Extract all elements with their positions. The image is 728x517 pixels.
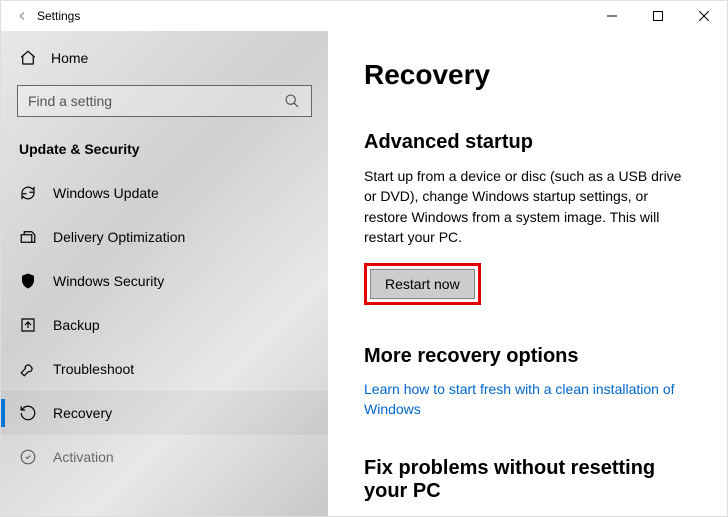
titlebar: Settings [1, 1, 727, 31]
main-content: Recovery Advanced startup Start up from … [328, 31, 727, 516]
wrench-icon [19, 360, 37, 378]
advanced-startup-desc: Start up from a device or disc (such as … [364, 166, 691, 247]
sidebar-item-troubleshoot[interactable]: Troubleshoot [1, 347, 328, 391]
home-label: Home [51, 50, 88, 66]
backup-icon [19, 316, 37, 334]
minimize-button[interactable] [589, 1, 635, 31]
sidebar-item-windows-security[interactable]: Windows Security [1, 259, 328, 303]
maximize-button[interactable] [635, 1, 681, 31]
restart-now-highlight: Restart now [364, 263, 481, 305]
more-recovery-heading: More recovery options [364, 345, 691, 368]
sidebar-item-label: Backup [53, 317, 100, 333]
fix-problems-heading: Fix problems without resetting your PC [364, 457, 691, 503]
search-icon [283, 92, 301, 110]
advanced-startup-heading: Advanced startup [364, 131, 691, 154]
sidebar-item-label: Activation [53, 449, 114, 465]
search-input[interactable] [28, 93, 283, 109]
sidebar-item-activation[interactable]: Activation [1, 435, 328, 479]
category-heading: Update & Security [1, 135, 328, 171]
sidebar-item-label: Recovery [53, 405, 112, 421]
home-link[interactable]: Home [1, 39, 328, 77]
sync-icon [19, 184, 37, 202]
search-box[interactable] [17, 85, 312, 117]
sidebar-item-label: Windows Update [53, 185, 159, 201]
sidebar-item-backup[interactable]: Backup [1, 303, 328, 347]
activation-icon [19, 448, 37, 466]
sidebar-item-label: Windows Security [53, 273, 164, 289]
sidebar-item-windows-update[interactable]: Windows Update [1, 171, 328, 215]
start-fresh-link[interactable]: Learn how to start fresh with a clean in… [364, 380, 691, 419]
back-icon[interactable] [13, 7, 31, 25]
sidebar-item-delivery-optimization[interactable]: Delivery Optimization [1, 215, 328, 259]
home-icon [19, 49, 37, 67]
sidebar-item-label: Troubleshoot [53, 361, 134, 377]
sidebar-item-label: Delivery Optimization [53, 229, 185, 245]
page-title: Recovery [364, 59, 691, 91]
recovery-icon [19, 404, 37, 422]
sidebar: Home Update & Security Windows Update [1, 31, 328, 516]
close-button[interactable] [681, 1, 727, 31]
delivery-icon [19, 228, 37, 246]
shield-icon [19, 272, 37, 290]
window-title: Settings [37, 9, 80, 23]
restart-now-button[interactable]: Restart now [370, 269, 475, 299]
sidebar-item-recovery[interactable]: Recovery [1, 391, 328, 435]
